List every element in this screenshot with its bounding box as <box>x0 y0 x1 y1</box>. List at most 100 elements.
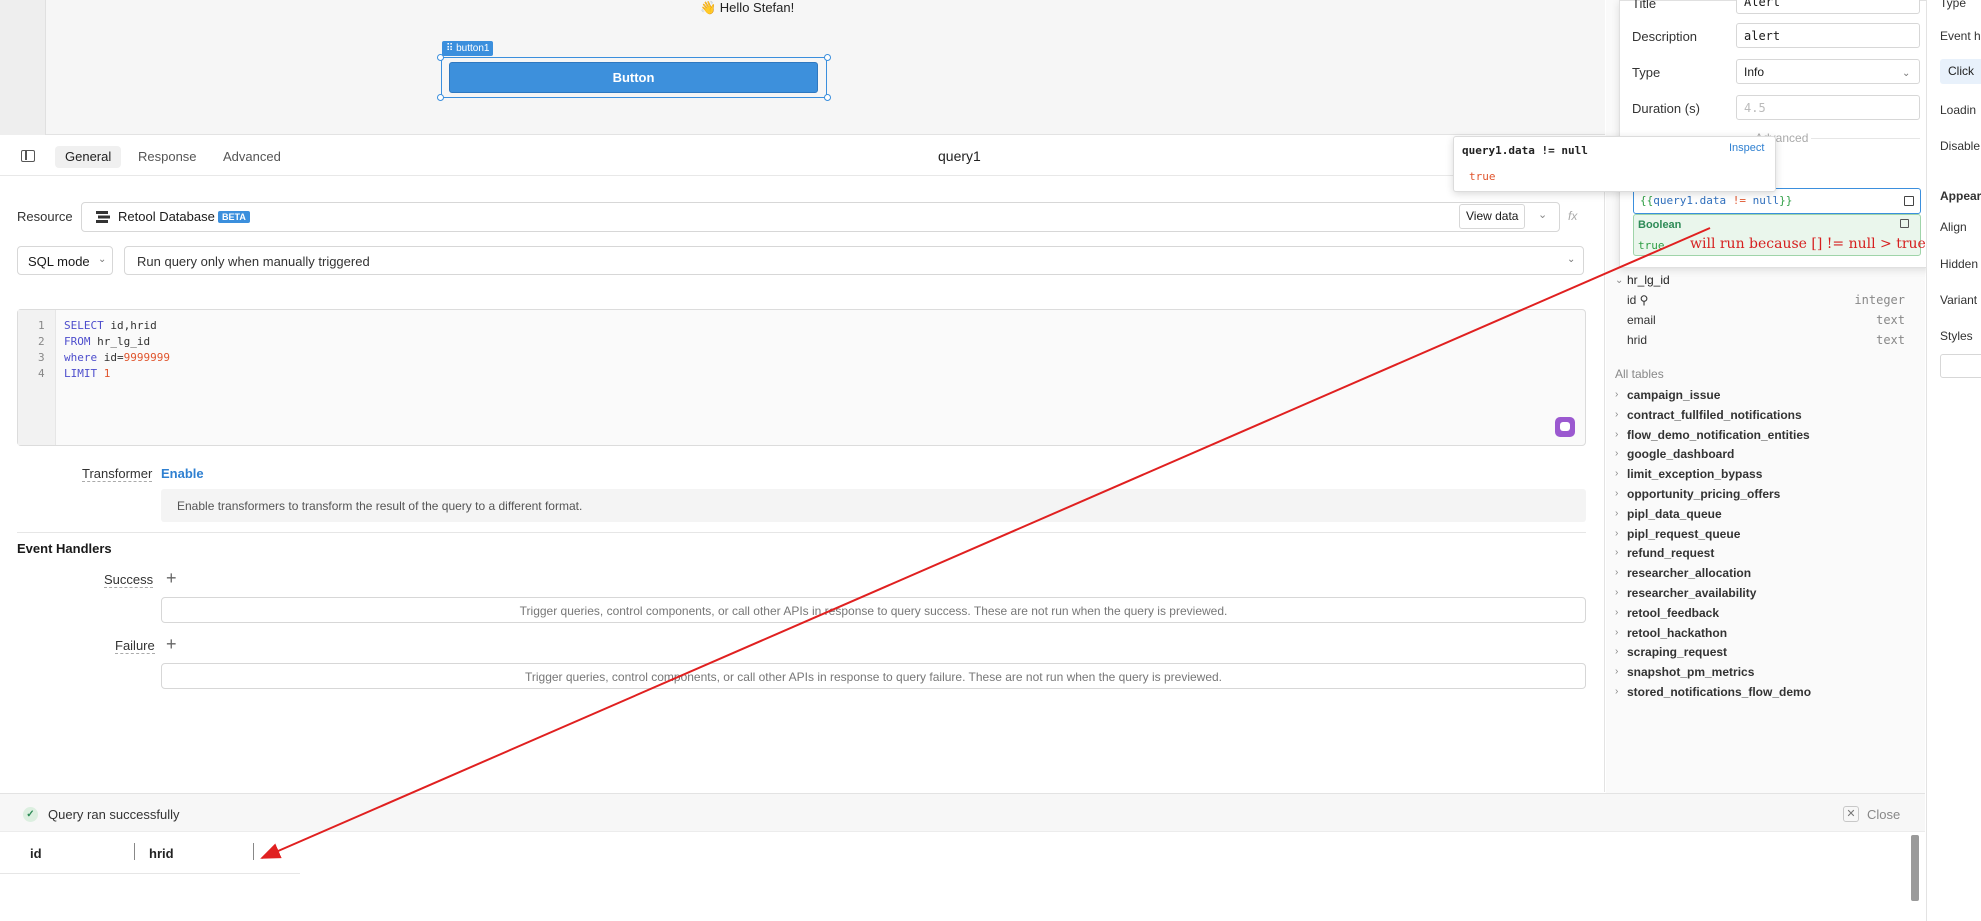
popover-expression: query1.data != null <box>1462 144 1588 157</box>
resize-handle-bl[interactable] <box>437 94 444 101</box>
chevron-right-icon[interactable]: › <box>1615 468 1618 479</box>
schema-table-item[interactable]: limit_exception_bypass <box>1627 467 1762 481</box>
event-handlers-heading: Event Handlers <box>17 541 112 556</box>
results-scrollbar[interactable] <box>1911 835 1919 901</box>
schema-table-item[interactable]: pipl_request_queue <box>1627 527 1740 541</box>
success-handlers-empty[interactable]: Trigger queries, control components, or … <box>161 597 1586 623</box>
inspect-link[interactable]: Inspect <box>1729 142 1764 154</box>
ai-assist-icon[interactable] <box>1555 417 1575 437</box>
code-line[interactable]: SELECT id,hrid <box>64 319 157 332</box>
chevron-right-icon[interactable]: › <box>1615 508 1618 519</box>
schema-table-item[interactable]: opportunity_pricing_offers <box>1627 487 1780 501</box>
settings-label: Event h <box>1940 29 1981 43</box>
chevron-right-icon[interactable]: › <box>1615 567 1618 578</box>
fx-icon[interactable]: fx <box>1568 209 1577 223</box>
tab-advanced[interactable]: Advanced <box>213 146 291 168</box>
duration-label: Duration (s) <box>1632 101 1700 116</box>
view-data-button[interactable]: View data <box>1459 204 1526 229</box>
add-failure-handler-icon[interactable]: + <box>166 634 177 655</box>
tab-general[interactable]: General <box>55 146 122 168</box>
run-trigger-select[interactable]: Run query only when manually triggered <box>124 246 1584 275</box>
tab-response[interactable]: Response <box>128 146 207 168</box>
schema-table-item[interactable]: flow_demo_notification_entities <box>1627 428 1810 442</box>
query-title[interactable]: query1 <box>938 148 981 164</box>
title-input[interactable]: Alert <box>1736 0 1920 14</box>
column-resize-handle[interactable] <box>253 843 254 860</box>
canvas-button[interactable]: Button <box>449 62 818 93</box>
code-line[interactable]: FROM hr_lg_id <box>64 335 150 348</box>
chevron-right-icon[interactable]: › <box>1615 528 1618 539</box>
schema-table-item[interactable]: researcher_allocation <box>1627 566 1751 580</box>
settings-label: Disable <box>1940 139 1981 153</box>
chevron-right-icon[interactable]: › <box>1615 666 1618 677</box>
chevron-down-icon[interactable]: ⌄ <box>1615 275 1623 286</box>
duration-input[interactable]: 4.5 <box>1736 95 1920 120</box>
resize-handle-tr[interactable] <box>824 54 831 61</box>
add-success-handler-icon[interactable]: + <box>166 568 177 589</box>
expression-token: }} <box>1779 194 1793 207</box>
resize-handle-tl[interactable] <box>437 54 444 61</box>
failure-handlers-empty[interactable]: Trigger queries, control components, or … <box>161 663 1586 689</box>
resource-select[interactable] <box>81 202 1560 232</box>
column-resize-handle[interactable] <box>134 843 135 860</box>
chevron-right-icon[interactable]: › <box>1615 587 1618 598</box>
expand-editor-icon[interactable] <box>1904 196 1914 206</box>
expression-token: != <box>1732 194 1753 207</box>
schema-table-item[interactable]: refund_request <box>1627 546 1714 560</box>
schema-table-item[interactable]: retool_hackathon <box>1627 626 1727 640</box>
close-results-button[interactable]: Close <box>1867 807 1900 822</box>
schema-table-item[interactable]: researcher_availability <box>1627 586 1756 600</box>
column-header-id[interactable]: id <box>30 846 42 861</box>
canvas-gutter <box>0 0 46 135</box>
schema-table-item[interactable]: pipl_data_queue <box>1627 507 1722 521</box>
code-line[interactable]: where id=9999999 <box>64 351 170 364</box>
code-line[interactable]: LIMIT 1 <box>64 367 110 380</box>
schema-table-item[interactable]: stored_notifications_flow_demo <box>1627 685 1811 699</box>
event-handler-chip[interactable]: Click <box>1940 59 1981 84</box>
chevron-right-icon[interactable]: › <box>1615 488 1618 499</box>
schema-table-item[interactable]: scraping_request <box>1627 645 1727 659</box>
schema-column-name[interactable]: id ⚲ <box>1627 293 1648 307</box>
chevron-right-icon[interactable]: › <box>1615 547 1618 558</box>
sql-editor[interactable] <box>17 309 1586 446</box>
sidebar-toggle-icon[interactable] <box>21 150 35 162</box>
chevron-right-icon[interactable]: › <box>1615 389 1618 400</box>
enable-transformer-link[interactable]: Enable <box>161 466 204 481</box>
schema-table-item[interactable]: retool_feedback <box>1627 606 1719 620</box>
line-number: 1 <box>38 319 45 332</box>
schema-table-item[interactable]: snapshot_pm_metrics <box>1627 665 1754 679</box>
expression-token: query1.data <box>1653 194 1733 207</box>
chevron-down-icon[interactable]: ⌄ <box>1538 208 1547 221</box>
chevron-right-icon[interactable]: › <box>1615 409 1618 420</box>
schema-column-name[interactable]: hrid <box>1627 333 1647 347</box>
resource-name: Retool Database <box>118 209 215 224</box>
type-select[interactable]: Info <box>1736 59 1920 84</box>
settings-label: Align <box>1940 220 1967 234</box>
schema-table-item[interactable]: contract_fullfiled_notifications <box>1627 408 1802 422</box>
close-icon[interactable]: ✕ <box>1843 806 1859 822</box>
type-label: Type <box>1632 65 1661 80</box>
result-value: true <box>1638 239 1665 252</box>
chevron-right-icon[interactable]: › <box>1615 448 1618 459</box>
chevron-right-icon[interactable]: › <box>1615 607 1618 618</box>
chevron-right-icon[interactable]: › <box>1615 429 1618 440</box>
chevron-right-icon[interactable]: › <box>1615 686 1618 697</box>
schema-table-item[interactable]: campaign_issue <box>1627 388 1720 402</box>
selected-component-label[interactable]: ⠿ button1 <box>442 41 494 56</box>
styles-input[interactable] <box>1940 354 1981 378</box>
line-number: 2 <box>38 335 45 348</box>
header-divider <box>0 873 300 874</box>
description-input[interactable]: alert <box>1736 23 1920 48</box>
settings-label: Styles <box>1940 329 1973 343</box>
chevron-right-icon[interactable]: › <box>1615 646 1618 657</box>
settings-label: Hidden <box>1940 257 1979 271</box>
schema-column-name[interactable]: email <box>1627 313 1656 327</box>
divider <box>17 532 1586 533</box>
line-number: 3 <box>38 351 45 364</box>
resize-handle-br[interactable] <box>824 94 831 101</box>
column-header-hrid[interactable]: hrid <box>149 846 174 861</box>
current-table-name[interactable]: hr_lg_id <box>1627 273 1670 287</box>
copy-icon[interactable] <box>1900 219 1909 228</box>
chevron-right-icon[interactable]: › <box>1615 627 1618 638</box>
schema-table-item[interactable]: google_dashboard <box>1627 447 1734 461</box>
